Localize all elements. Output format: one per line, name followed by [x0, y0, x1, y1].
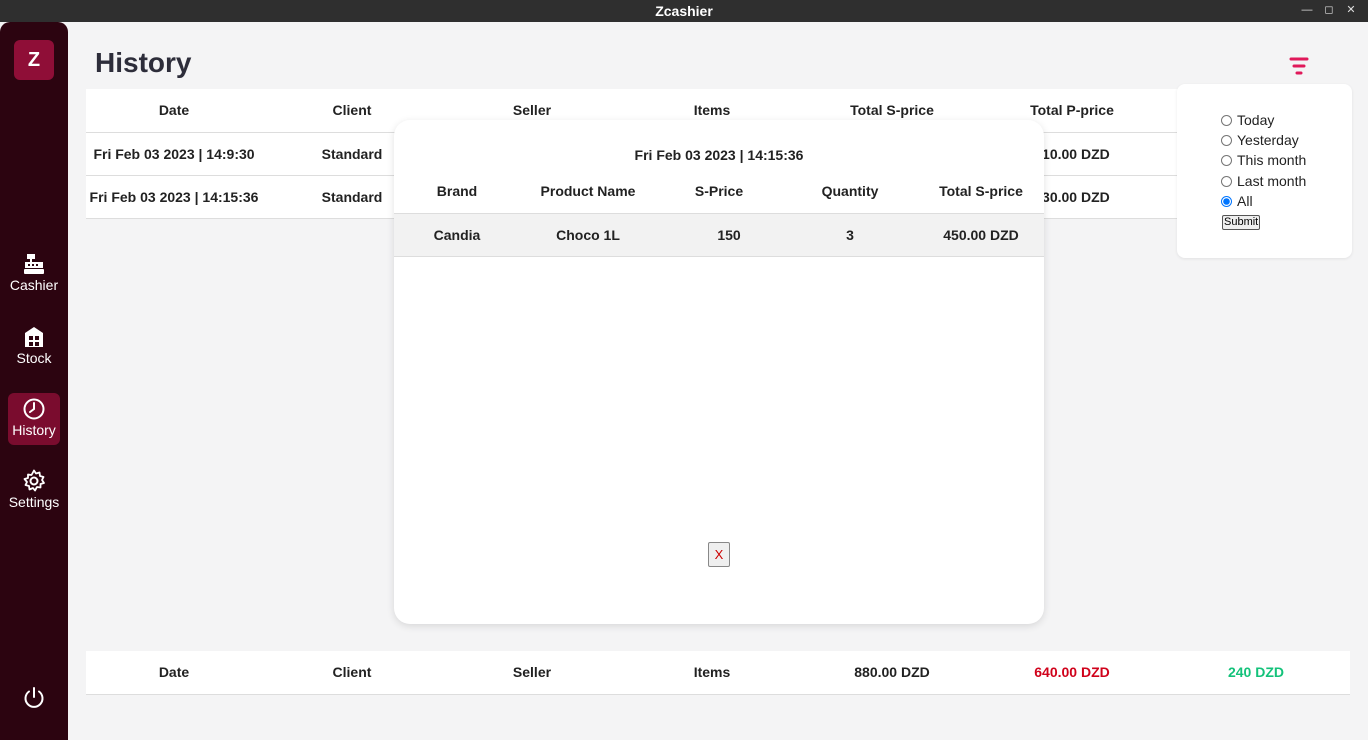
- power-icon[interactable]: [22, 686, 46, 710]
- sidebar-item-label: History: [12, 422, 56, 438]
- modal-date: Fri Feb 03 2023 | 14:15:36: [634, 147, 804, 163]
- store-icon: [25, 327, 43, 347]
- modal-items-table: Brand Product Name S-Price Quantity Tota…: [394, 170, 1044, 257]
- footer-items: Items: [622, 651, 802, 695]
- cell-s-price: 150: [656, 213, 782, 257]
- filter-option-this-month[interactable]: This month: [1221, 151, 1306, 169]
- sidebar-item-stock[interactable]: Stock: [8, 321, 60, 373]
- app-logo: Z: [14, 40, 54, 80]
- close-window-icon[interactable]: ✕: [1344, 2, 1358, 18]
- footer-profit: 240 DZD: [1162, 651, 1350, 695]
- radio-today[interactable]: [1221, 115, 1232, 126]
- radio-this-month[interactable]: [1221, 155, 1232, 166]
- cell-date: Fri Feb 03 2023 | 14:15:36: [86, 175, 262, 219]
- filter-icon[interactable]: [1289, 56, 1309, 76]
- cell-product-name: Choco 1L: [520, 213, 656, 257]
- column-header: Total S-price: [918, 170, 1044, 214]
- maximize-icon[interactable]: ◻: [1322, 2, 1336, 18]
- radio-all[interactable]: [1221, 196, 1232, 207]
- sidebar-item-settings[interactable]: Settings: [8, 465, 60, 517]
- footer-seller: Seller: [442, 651, 622, 695]
- option-label: Yesterday: [1237, 132, 1299, 148]
- option-label: Last month: [1237, 173, 1307, 189]
- cell-date: Fri Feb 03 2023 | 14:9:30: [86, 132, 262, 176]
- cell-brand: Candia: [394, 213, 520, 257]
- totals-footer: Date Client Seller Items 880.00 DZD 640.…: [86, 651, 1350, 695]
- footer-date: Date: [86, 651, 262, 695]
- filter-option-last-month[interactable]: Last month: [1221, 172, 1306, 190]
- footer-client: Client: [262, 651, 442, 695]
- window-title: Zcashier: [655, 3, 713, 19]
- filter-option-yesterday[interactable]: Yesterday: [1221, 131, 1299, 149]
- footer-total-p-price: 640.00 DZD: [982, 651, 1162, 695]
- sidebar: Z Cashier Stock History Settings: [0, 22, 68, 740]
- column-header: Brand: [394, 170, 520, 214]
- close-modal-button[interactable]: X: [708, 542, 730, 567]
- gear-icon: [23, 469, 45, 492]
- sidebar-item-history[interactable]: History: [8, 393, 60, 445]
- cell-total-s-price: 450.00 DZD: [918, 213, 1044, 257]
- radio-yesterday[interactable]: [1221, 135, 1232, 146]
- minimize-icon[interactable]: —: [1300, 2, 1314, 18]
- sidebar-item-label: Cashier: [9, 277, 59, 293]
- radio-last-month[interactable]: [1221, 176, 1232, 187]
- filter-option-today[interactable]: Today: [1221, 111, 1274, 129]
- sidebar-item-cashier[interactable]: Cashier: [8, 248, 60, 300]
- clock-icon: [23, 398, 45, 420]
- column-header: Quantity: [782, 170, 918, 214]
- option-label: All: [1237, 193, 1253, 209]
- cash-register-icon: [24, 254, 44, 274]
- table-header-row: Brand Product Name S-Price Quantity Tota…: [394, 170, 1044, 214]
- option-label: This month: [1237, 152, 1307, 168]
- table-row: Candia Choco 1L 150 3 450.00 DZD: [394, 213, 1044, 257]
- totals-row: Date Client Seller Items 880.00 DZD 640.…: [86, 651, 1350, 695]
- window-titlebar: Zcashier — ◻ ✕: [0, 0, 1368, 22]
- cell-quantity: 3: [782, 213, 918, 257]
- sale-details-modal: Fri Feb 03 2023 | 14:15:36 Brand Product…: [394, 120, 1044, 624]
- page-title: History: [95, 47, 192, 78]
- submit-button[interactable]: Submit: [1222, 215, 1261, 230]
- column-header: S-Price: [656, 170, 782, 214]
- sidebar-item-label: Stock: [16, 350, 52, 366]
- option-label: Today: [1237, 112, 1275, 128]
- column-header: Product Name: [520, 170, 656, 214]
- column-header: Date: [86, 89, 262, 133]
- footer-total-s-price: 880.00 DZD: [802, 651, 982, 695]
- sidebar-item-label: Settings: [8, 494, 60, 510]
- filter-panel: Today Yesterday This month Last month Al…: [1177, 84, 1352, 258]
- filter-option-all[interactable]: All: [1221, 192, 1253, 210]
